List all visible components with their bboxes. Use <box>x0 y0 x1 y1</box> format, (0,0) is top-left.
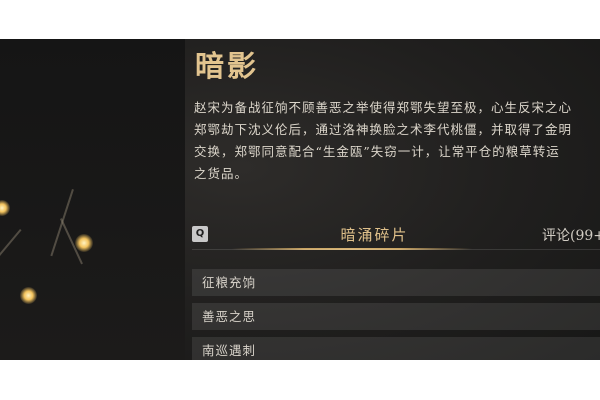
list-item[interactable]: 征粮充饷 <box>192 269 600 296</box>
branch-decoration <box>0 229 22 261</box>
tab-divider <box>192 249 600 250</box>
list-item[interactable]: 善恶之思 <box>192 303 600 330</box>
tab-comments[interactable]: 评论(99+ <box>542 225 600 245</box>
page-title: 暗影 <box>195 49 260 83</box>
tab-bar: Q 暗涌碎片 评论(99+ <box>192 224 600 250</box>
q-key-hint[interactable]: Q <box>192 226 208 242</box>
fragment-list: 征粮充饷 善恶之思 南巡遇刺 <box>192 269 600 360</box>
entry-description: 赵宋为备战征饷不顾善恶之举使得郑鄂失望至极，心生反宋之心 郑鄂劫下沈义伦后，通过… <box>194 100 573 181</box>
left-scenery-panel <box>0 39 185 360</box>
game-screen: 暗影 赵宋为备战征饷不顾善恶之举使得郑鄂失望至极，心生反宋之心 郑鄂劫下沈义伦后… <box>0 39 600 360</box>
list-item[interactable]: 南巡遇刺 <box>192 337 600 360</box>
tab-undercurrent-fragments[interactable]: 暗涌碎片 <box>287 224 462 245</box>
firefly-light <box>0 200 10 216</box>
firefly-light <box>20 287 37 304</box>
firefly-light <box>75 234 93 252</box>
